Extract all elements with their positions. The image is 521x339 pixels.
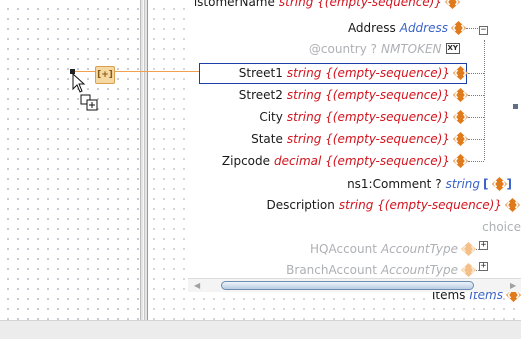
vertical-scroll-marker — [513, 104, 518, 109]
tree-branch-line — [484, 40, 485, 160]
tree-row-country[interactable]: @country ? NMTOKEN XY — [309, 40, 460, 58]
element-diamond-icon — [461, 242, 476, 256]
element-name: ns1:Comment ? — [347, 177, 442, 191]
tree-row-branchaccount[interactable]: BranchAccount AccountType — [286, 261, 476, 279]
tree-row-description[interactable]: Description string {(empty-sequence)} — [267, 196, 520, 214]
scroll-right-icon[interactable]: ▶ — [510, 281, 516, 291]
horizontal-scroll-thumb[interactable] — [221, 281, 474, 290]
tree-row-city[interactable]: City string {(empty-sequence)} — [259, 108, 468, 126]
tree-connector — [468, 117, 484, 118]
type-reference: Address — [399, 21, 448, 35]
tree-row-comment[interactable]: ns1:Comment ? string[] — [347, 175, 512, 193]
tree-row-street2[interactable]: Street2 string {(empty-sequence)} — [239, 86, 468, 104]
tree-connector — [468, 73, 484, 74]
tree-row-address[interactable]: Address Address — [348, 19, 466, 37]
element-name: Street1 — [238, 66, 283, 80]
element-diamond-icon — [451, 21, 466, 35]
tree-row-customername[interactable]: istomerName string {(empty-sequence)} — [194, 0, 460, 11]
type-reference: AccountType — [380, 242, 458, 256]
tree-row-hqaccount[interactable]: HQAccount AccountType — [310, 240, 476, 258]
element-name: choice — [482, 220, 521, 234]
scroll-left-icon[interactable]: ◀ — [194, 281, 200, 291]
element-diamond-icon — [453, 88, 468, 102]
element-name: @country ? — [308, 42, 377, 56]
element-diamond-icon — [445, 0, 460, 9]
element-name: Zipcode — [221, 154, 271, 168]
simple-type-icon: [] — [483, 177, 512, 191]
element-type: string {(empty-sequence)} — [338, 198, 502, 212]
element-type: string {(empty-sequence)} — [286, 88, 450, 102]
status-bar — [0, 320, 521, 339]
tree-connector — [468, 95, 484, 96]
element-diamond-icon — [453, 110, 468, 124]
mapping-connection-line[interactable] — [72, 71, 200, 72]
element-type: string {(empty-sequence)} — [286, 66, 450, 80]
element-type: string {(empty-sequence)} — [286, 110, 450, 124]
mapping-canvas[interactable] — [0, 0, 140, 320]
element-diamond-icon — [453, 132, 468, 146]
horizontal-scrollbar[interactable]: ◀ ▶ — [188, 278, 521, 292]
type-reference: NMTOKEN — [380, 42, 442, 56]
element-name: Address — [347, 21, 396, 35]
tree-row-street1[interactable]: Street1 string {(empty-sequence)} — [239, 64, 468, 82]
type-reference: string — [445, 177, 481, 191]
element-name: State — [251, 132, 283, 146]
splitter-grip[interactable] — [143, 0, 145, 320]
type-reference: AccountType — [380, 263, 458, 277]
element-diamond-icon — [491, 177, 507, 191]
element-type: string {(empty-sequence)} — [286, 132, 450, 146]
element-name: Street2 — [238, 88, 283, 102]
expand-branchaccount-toggle[interactable]: + — [479, 262, 488, 271]
drag-add-cursor-icon — [72, 73, 98, 111]
element-diamond-icon — [461, 263, 476, 277]
collapse-address-toggle[interactable]: − — [479, 26, 488, 35]
element-diamond-icon — [453, 154, 468, 168]
tree-row-state[interactable]: State string {(empty-sequence)} — [251, 130, 468, 148]
expand-hqaccount-toggle[interactable]: + — [479, 241, 488, 250]
element-name: Description — [266, 198, 335, 212]
element-type: string {(empty-sequence)} — [278, 0, 442, 9]
attribute-icon: XY — [445, 43, 460, 54]
element-diamond-icon — [453, 66, 468, 80]
tree-connector — [468, 161, 484, 162]
tree-connector — [468, 139, 484, 140]
element-diamond-icon — [505, 198, 520, 212]
element-type: decimal {(empty-sequence)} — [274, 154, 450, 168]
panel-splitter[interactable] — [140, 0, 148, 320]
tree-row-zipcode[interactable]: Zipcode decimal {(empty-sequence)} — [222, 152, 468, 170]
element-name: HQAccount — [310, 242, 377, 256]
tree-row-choice[interactable]: choice — [482, 218, 521, 236]
element-name: City — [259, 110, 283, 124]
element-name: istomerName — [193, 0, 275, 9]
element-name: BranchAccount — [286, 263, 377, 277]
